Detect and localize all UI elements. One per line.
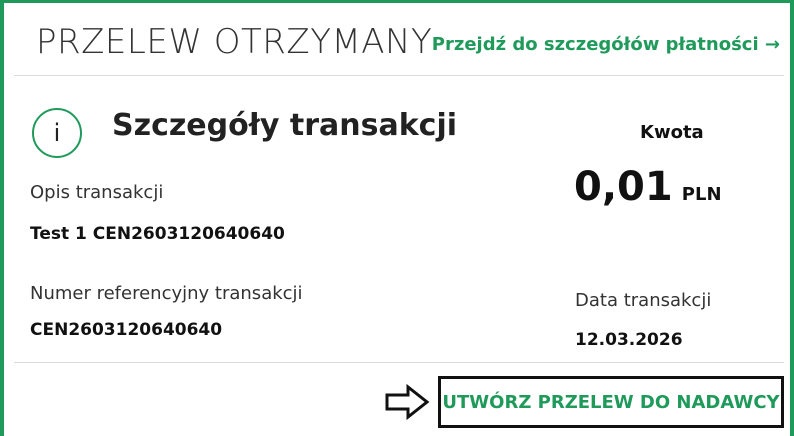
reference-label: Numer referencyjny transakcji <box>30 283 303 304</box>
amount-currency: PLN <box>681 184 722 205</box>
date-value: 12.03.2026 <box>575 330 683 350</box>
description-label: Opis transakcji <box>30 182 164 203</box>
arrow-right-outline-icon <box>385 384 430 420</box>
create-transfer-to-sender-button[interactable]: UTWÓRZ PRZELEW DO NADAWCY <box>438 376 784 428</box>
section-title: Szczegóły transakcji <box>112 108 458 143</box>
reference-value: CEN2603120640640 <box>30 320 223 340</box>
divider <box>14 75 784 76</box>
divider <box>14 362 784 363</box>
amount-label: Kwota <box>640 122 704 143</box>
description-value: Test 1 CEN2603120640640 <box>30 224 285 244</box>
amount-display: 0,01 PLN <box>574 164 722 210</box>
date-label: Data transakcji <box>575 290 712 311</box>
transaction-card <box>0 0 794 436</box>
amount-value: 0,01 <box>574 164 673 210</box>
payment-details-link[interactable]: Przejdź do szczegółów płatności → <box>432 34 780 55</box>
info-icon: i <box>32 108 82 158</box>
page-title: PRZELEW OTRZYMANY <box>36 22 433 62</box>
